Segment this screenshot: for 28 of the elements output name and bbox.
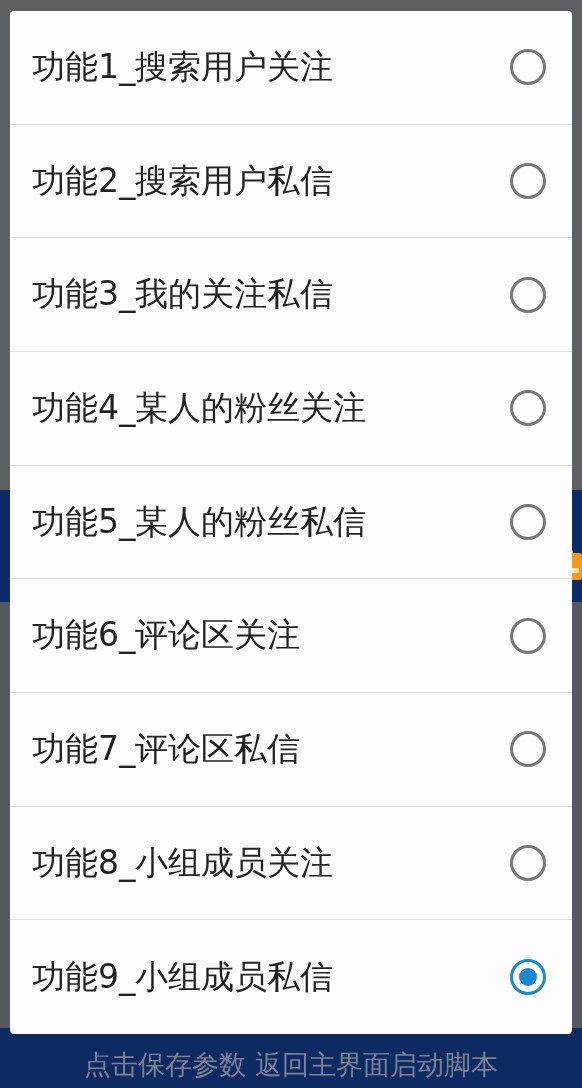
radio-button[interactable] bbox=[510, 617, 546, 654]
radio-button[interactable] bbox=[510, 163, 546, 199]
option-row[interactable]: 功能3_我的关注私信 bbox=[10, 238, 572, 352]
radio-button[interactable] bbox=[510, 845, 546, 882]
option-label: 功能1_搜索用户关注 bbox=[32, 45, 334, 88]
option-label: 功能5_某人的粉丝私信 bbox=[32, 500, 367, 543]
option-label: 功能2_搜索用户私信 bbox=[32, 159, 334, 202]
option-row[interactable]: 功能6_评论区关注 bbox=[10, 579, 572, 694]
radio-button[interactable] bbox=[510, 390, 546, 427]
option-label: 功能6_评论区关注 bbox=[32, 614, 301, 657]
option-row[interactable]: 功能5_某人的粉丝私信 bbox=[10, 465, 572, 580]
option-label: 功能8_小组成员关注 bbox=[32, 841, 334, 884]
radio-button[interactable] bbox=[510, 731, 546, 768]
option-label: 功能4_某人的粉丝关注 bbox=[32, 386, 367, 429]
radio-button[interactable] bbox=[510, 504, 546, 540]
option-row[interactable]: 功能8_小组成员关注 bbox=[10, 806, 572, 921]
option-row[interactable]: 功能4_某人的粉丝关注 bbox=[10, 352, 572, 466]
bottom-bar[interactable]: 点击保存参数 返回主界面启动脚本 bbox=[0, 1028, 582, 1088]
option-row[interactable]: 功能7_评论区私信 bbox=[10, 693, 572, 807]
save-and-return-text: 点击保存参数 返回主界面启动脚本 bbox=[84, 1048, 498, 1082]
radio-button[interactable] bbox=[510, 959, 546, 996]
option-label: 功能9_小组成员私信 bbox=[32, 955, 334, 998]
option-row[interactable]: 功能1_搜索用户关注 bbox=[10, 11, 572, 125]
radio-button[interactable] bbox=[510, 49, 546, 86]
option-label: 功能3_我的关注私信 bbox=[32, 273, 334, 316]
option-label: 功能7_评论区私信 bbox=[32, 727, 301, 770]
radio-button[interactable] bbox=[510, 276, 546, 313]
option-row[interactable]: 功能2_搜索用户私信 bbox=[10, 124, 572, 239]
